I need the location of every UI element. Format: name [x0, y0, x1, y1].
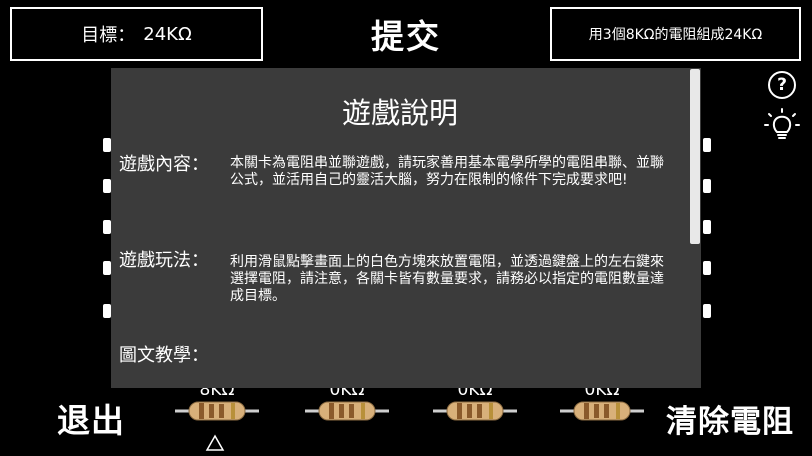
- section-label-tutorial: 圖文教學：: [119, 345, 209, 366]
- resistor-icon: [560, 401, 644, 421]
- section-label-content: 遊戲內容：: [119, 154, 209, 175]
- goal-value: 24KΩ: [143, 23, 192, 45]
- placement-slot[interactable]: [703, 304, 711, 318]
- lightbulb-icon[interactable]: [763, 107, 801, 145]
- placement-slot[interactable]: [703, 179, 711, 193]
- placement-slot[interactable]: [103, 138, 111, 152]
- resistor-icon: [433, 401, 517, 421]
- submit-button[interactable]: 提交: [350, 8, 462, 60]
- placement-slot[interactable]: [103, 179, 111, 193]
- dialog-title: 遊戲說明: [341, 96, 458, 130]
- placement-slot[interactable]: [703, 261, 711, 275]
- placement-slot[interactable]: [103, 304, 111, 318]
- scrollbar-thumb[interactable]: [690, 69, 700, 244]
- placement-slot[interactable]: [703, 138, 711, 152]
- clear-resistors-button[interactable]: 清除電阻: [656, 394, 804, 442]
- placement-slot[interactable]: [103, 220, 111, 234]
- placement-slot[interactable]: [103, 261, 111, 275]
- question-circle-icon[interactable]: ?: [768, 71, 796, 99]
- goal-display: 目標： 24KΩ: [10, 7, 263, 61]
- placement-slot[interactable]: [703, 220, 711, 234]
- section-label-howto: 遊戲玩法：: [119, 250, 209, 271]
- selector-triangle-icon: [205, 434, 225, 451]
- goal-label: 目標：: [81, 25, 136, 46]
- section-body-content: 本關卡為電阻串並聯遊戲，請玩家善用基本電學所學的電阻串聯、並聯公式，並活用自己的…: [230, 155, 664, 188]
- help-glyph: ?: [777, 75, 787, 95]
- exit-button[interactable]: 退出: [46, 394, 136, 442]
- task-text: 用3個8KΩ的電阻組成24KΩ: [588, 27, 763, 43]
- section-body-howto: 利用滑鼠點擊畫面上的白色方塊來放置電阻，並透過鍵盤上的左右鍵來選擇電阻，請注意，…: [230, 254, 664, 304]
- instructions-dialog: 遊戲說明 遊戲內容： 本關卡為電阻串並聯遊戲，請玩家善用基本電學所學的電阻串聯、…: [111, 68, 701, 388]
- task-description: 用3個8KΩ的電阻組成24KΩ: [550, 7, 801, 61]
- resistor-icon: [305, 401, 389, 421]
- dialog-scrollbar[interactable]: [689, 68, 701, 388]
- resistor-icon: [175, 401, 259, 421]
